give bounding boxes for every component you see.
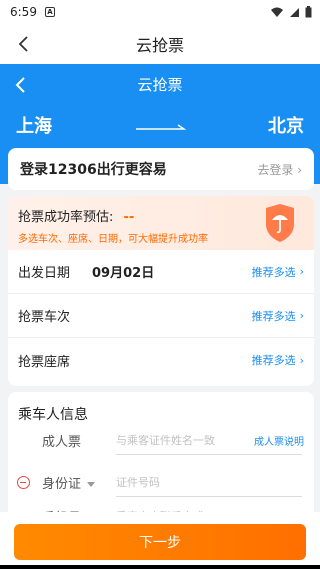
passenger-id-row: 身份证 证件号码 <box>8 467 314 497</box>
battery-icon <box>305 6 312 18</box>
route-arrow-icon <box>136 124 186 130</box>
recommend-multi-select[interactable]: 推荐多选 › <box>252 352 304 368</box>
departure-date-row[interactable]: 出发日期 09月02日 推荐多选 › <box>8 250 314 294</box>
arrival-city[interactable]: 北京 <box>268 112 304 138</box>
login-link[interactable]: 去登录 › <box>257 161 302 178</box>
wifi-icon <box>271 7 283 17</box>
seat-class-row[interactable]: 抢票座席 推荐多选 › <box>8 338 314 382</box>
chevron-right-icon: › <box>299 309 304 322</box>
passenger-section-title: 乘车人信息 <box>18 407 88 423</box>
chevron-right-icon: › <box>299 353 304 367</box>
adult-ticket-help-link[interactable]: 成人票说明 <box>254 433 304 448</box>
passenger-name-row: 成人票 与乘客证件姓名一致 成人票说明 <box>8 425 314 455</box>
success-rate-label: 抢票成功率预估: <box>18 210 114 225</box>
ticket-type-label: 成人票 <box>42 434 82 450</box>
dropdown-arrow-icon <box>87 481 96 487</box>
status-bar: 6:59 A <box>0 0 320 24</box>
recommend-multi-select[interactable]: 推荐多选 › <box>252 264 304 280</box>
bottom-bar: 下一步 <box>0 512 320 569</box>
login-banner[interactable]: 登录12306出行更容易 去登录 › <box>8 148 314 190</box>
success-rate-panel: 抢票成功率预估: -- 多选车次、座席、日期，可大幅提升成功率 <box>8 196 314 250</box>
header-title: 云抢票 <box>137 76 183 94</box>
status-time: 6:59 <box>10 5 37 19</box>
success-rate-value: -- <box>123 210 135 225</box>
signal-icon <box>290 7 299 17</box>
id-number-input[interactable]: 证件号码 <box>116 474 160 490</box>
train-number-row[interactable]: 抢票车次 推荐多选 › <box>8 294 314 338</box>
ticket-options-card: 抢票成功率预估: -- 多选车次、座席、日期，可大幅提升成功率 出发日期 09月… <box>8 196 314 386</box>
status-icons <box>270 6 312 18</box>
passenger-info-card: 乘车人信息 成人票 与乘客证件姓名一致 成人票说明 身份证 证件号码 手机号 乘… <box>8 392 314 532</box>
chevron-right-icon: › <box>293 162 302 177</box>
departure-date-value: 09月02日 <box>92 266 155 281</box>
departure-city[interactable]: 上海 <box>16 112 52 138</box>
login-prompt: 登录12306出行更容易 <box>20 162 167 178</box>
recommend-multi-select[interactable]: 推荐多选 › <box>252 308 304 324</box>
navigation-bar <box>0 565 320 569</box>
passenger-name-input[interactable]: 与乘客证件姓名一致 <box>116 432 215 448</box>
app-bar: 云抢票 <box>0 24 320 64</box>
notification-a-icon: A <box>44 7 55 17</box>
id-type-select[interactable]: 身份证 <box>42 473 96 492</box>
next-step-button[interactable]: 下一步 <box>14 524 306 560</box>
remove-passenger-icon[interactable] <box>17 475 30 489</box>
back-arrow-icon[interactable] <box>12 32 36 56</box>
app-bar-title: 云抢票 <box>135 36 184 55</box>
shield-umbrella-icon <box>266 204 294 242</box>
chevron-right-icon: › <box>299 265 304 278</box>
